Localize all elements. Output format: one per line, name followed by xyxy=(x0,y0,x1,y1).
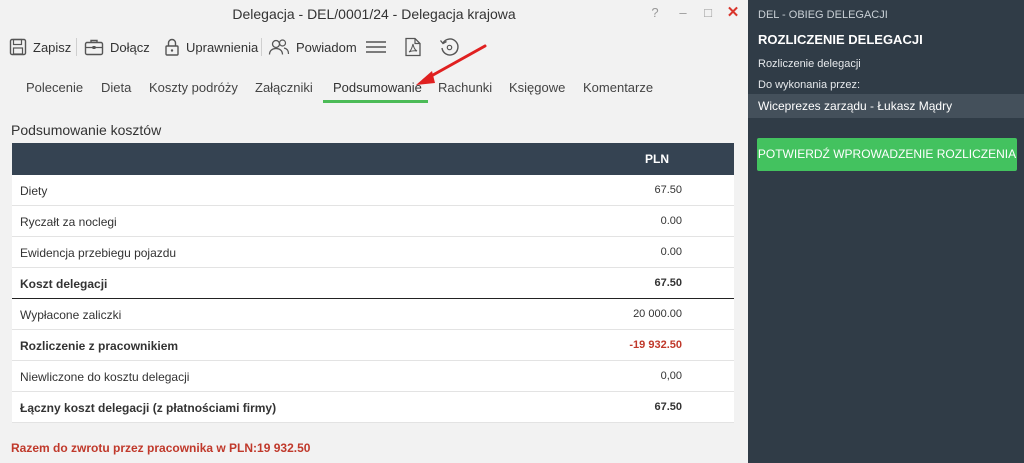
tab-podsumowanie[interactable]: Podsumowanie xyxy=(333,80,422,95)
permissions-button[interactable]: Uprawnienia xyxy=(164,34,258,60)
people-icon xyxy=(268,38,290,56)
table-row-grand-total: Łączny koszt delegacji (z płatnościami f… xyxy=(12,392,734,423)
attach-button[interactable]: Dołącz xyxy=(84,34,150,60)
window-title: Delegacja - DEL/0001/24 - Delegacja kraj… xyxy=(232,6,516,22)
row-label: Wypłacone zaliczki xyxy=(20,308,122,322)
help-button[interactable]: ? xyxy=(646,5,664,21)
titlebar: Delegacja - DEL/0001/24 - Delegacja kraj… xyxy=(0,0,748,28)
permissions-label: Uprawnienia xyxy=(186,39,259,55)
table-row: Ewidencja przebiegu pojazdu 0.00 xyxy=(12,237,734,268)
workflow-header: DEL - OBIEG DELEGACJI xyxy=(758,9,888,21)
notify-button[interactable]: Powiadom xyxy=(268,34,357,60)
minimize-button[interactable]: – xyxy=(674,5,692,21)
row-label: Niewliczone do kosztu delegacji xyxy=(20,370,190,384)
tab-komentarze[interactable]: Komentarze xyxy=(583,80,653,95)
maximize-button[interactable]: □ xyxy=(699,5,717,21)
row-label: Rozliczenie z pracownikiem xyxy=(20,339,179,353)
confirm-settlement-button[interactable]: POTWIERDŹ WPROWADZENIE ROZLICZENIA xyxy=(757,138,1017,171)
row-value: 67.50 xyxy=(654,277,682,289)
notify-label: Powiadom xyxy=(296,39,357,55)
row-value: -19 932.50 xyxy=(629,339,682,351)
attach-label: Dołącz xyxy=(110,39,150,55)
toolbar-divider xyxy=(261,38,262,56)
row-label: Ewidencja przebiegu pojazdu xyxy=(20,246,177,260)
tab-dieta[interactable]: Dieta xyxy=(101,80,131,95)
row-label: Ryczałt za noclegi xyxy=(20,215,117,229)
tab-zalaczniki[interactable]: Załączniki xyxy=(255,80,313,95)
row-value: 67.50 xyxy=(654,401,682,413)
red-arrow xyxy=(416,44,487,85)
row-label: Koszt delegacji xyxy=(20,277,108,291)
row-value: 20 000.00 xyxy=(633,308,682,320)
assignee-name: Wiceprezes zarządu - Łukasz Mądry xyxy=(758,99,953,113)
table-row: Ryczałt za noclegi 0.00 xyxy=(12,206,734,237)
workflow-sidebar: DEL - OBIEG DELEGACJI ROZLICZENIE DELEGA… xyxy=(748,0,1024,463)
assignee-label: Do wykonania przez: xyxy=(758,79,861,91)
toolbar: Zapisz Dołącz Uprawnienia Powiadom xyxy=(0,30,748,62)
row-value: 0.00 xyxy=(660,215,682,227)
table-row-settlement: Rozliczenie z pracownikiem -19 932.50 xyxy=(12,330,734,361)
assignee-field: Wiceprezes zarządu - Łukasz Mądry xyxy=(748,94,1024,118)
row-value: 67.50 xyxy=(654,184,682,196)
save-icon xyxy=(9,38,27,56)
table-header: PLN xyxy=(12,143,734,175)
row-label: Diety xyxy=(20,184,48,198)
lock-icon xyxy=(164,38,180,56)
row-label: Łączny koszt delegacji (z płatnościami f… xyxy=(20,401,277,415)
row-value: 0.00 xyxy=(660,246,682,258)
workflow-step-subtitle: Rozliczenie delegacji xyxy=(758,58,861,70)
table-row: Wypłacone zaliczki 20 000.00 xyxy=(12,299,734,330)
save-button[interactable]: Zapisz xyxy=(9,34,71,60)
table-row-total: Koszt delegacji 67.50 xyxy=(12,268,734,299)
tab-polecenie[interactable]: Polecenie xyxy=(26,80,83,95)
summary-title: Podsumowanie kosztów xyxy=(11,122,162,138)
cost-summary-table: PLN Diety 67.50 Ryczałt za noclegi 0.00 … xyxy=(12,143,734,423)
close-button[interactable]: ✕ xyxy=(724,5,742,21)
currency-header: PLN xyxy=(645,152,669,166)
table-row: Diety 67.50 xyxy=(12,175,734,206)
save-label: Zapisz xyxy=(33,39,72,55)
refund-note: Razem do zwrotu przez pracownika w PLN:1… xyxy=(11,441,311,455)
toolbar-divider xyxy=(76,38,77,56)
delegation-window: Delegacja - DEL/0001/24 - Delegacja kraj… xyxy=(0,0,748,463)
attach-icon xyxy=(84,38,104,56)
menu-icon xyxy=(365,38,387,56)
tab-koszty-podrozy[interactable]: Koszty podróży xyxy=(149,80,238,95)
tab-ksiegowe[interactable]: Księgowe xyxy=(509,80,565,95)
row-value: 0,00 xyxy=(660,370,682,382)
menu-button[interactable] xyxy=(365,34,387,60)
active-tab-indicator xyxy=(323,100,428,103)
table-row: Niewliczone do kosztu delegacji 0,00 xyxy=(12,361,734,392)
workflow-step-title: ROZLICZENIE DELEGACJI xyxy=(758,32,923,47)
